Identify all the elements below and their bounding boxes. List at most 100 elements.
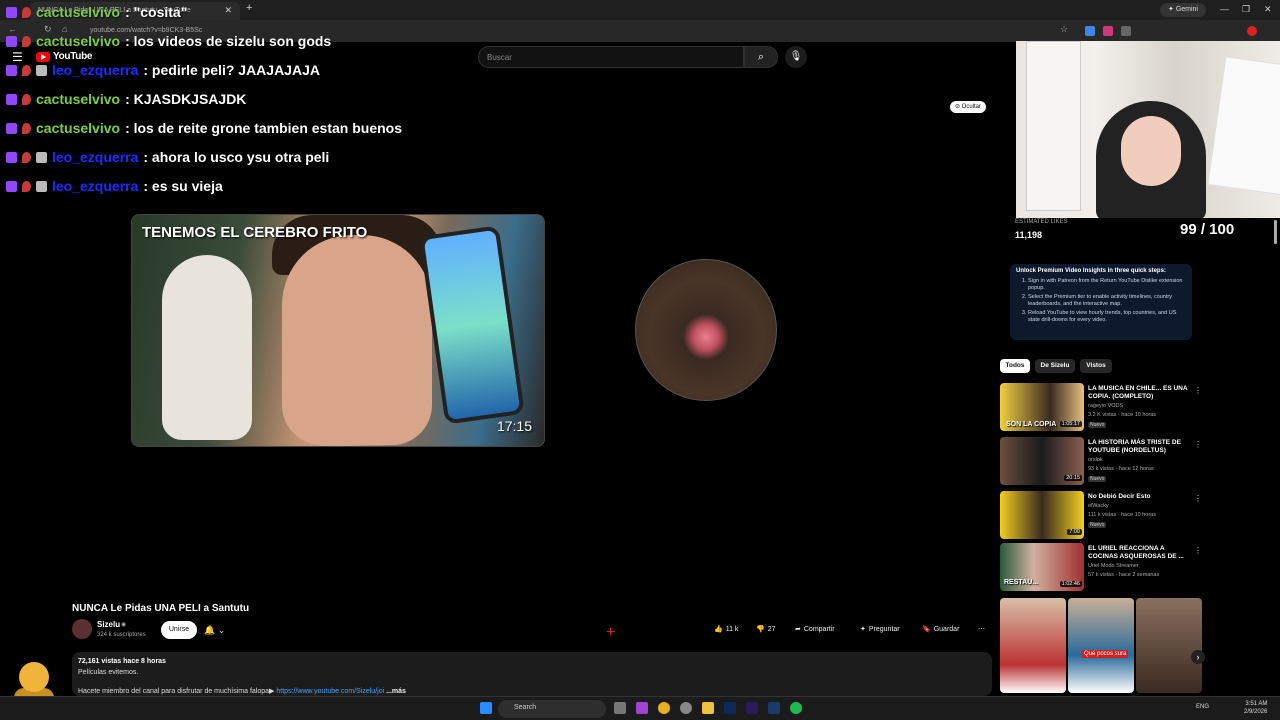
task-view-icon[interactable] <box>614 702 626 714</box>
taskbar-search[interactable]: Search <box>498 700 606 718</box>
chip-vistos[interactable]: Vistos <box>1080 359 1112 373</box>
more-actions-icon[interactable]: ⋯ <box>978 621 985 639</box>
chat-username[interactable]: cactuselvivo <box>36 33 120 49</box>
channel-avatar[interactable] <box>72 619 92 639</box>
new-badge: Nuevo <box>1088 476 1107 482</box>
bookmark-icon: 🔖 <box>922 626 931 633</box>
premiere-icon[interactable] <box>746 702 758 714</box>
video-thumbnail[interactable]: TENEMOS EL CEREBRO FRITO 17:15 <box>131 214 545 447</box>
chevron-down-icon: ⌄ <box>217 625 226 635</box>
file-explorer-icon[interactable] <box>702 702 714 714</box>
hide-button[interactable]: ⊘ Ocultar <box>950 101 986 113</box>
maximize-icon[interactable]: ❐ <box>1242 4 1250 15</box>
premium-title: Unlock Premium Video Insights in three q… <box>1016 268 1166 274</box>
score-value: 99 / 100 <box>1180 221 1235 238</box>
show-more-link[interactable]: ...más <box>384 688 406 695</box>
chip-todos[interactable]: Todos <box>1000 359 1030 373</box>
new-tab-icon[interactable]: + <box>246 2 252 14</box>
description-link[interactable]: https://www.youtube.com/Sizelu/joi <box>276 688 384 695</box>
spotify-icon[interactable] <box>790 702 802 714</box>
search-input[interactable]: Buscar <box>478 46 744 68</box>
chrome-icon[interactable] <box>658 702 670 714</box>
chat-text: : los de reite grone tambien estan bueno… <box>125 120 403 136</box>
chevron-right-icon[interactable]: › <box>1191 650 1205 664</box>
language-indicator[interactable]: ENG <box>1196 704 1209 710</box>
thumbnail-title: TENEMOS EL CEREBRO FRITO <box>142 224 368 241</box>
chat-message: leo_ezquerra: ahora lo usco ysu otra pel… <box>6 145 329 169</box>
chat-message: cactuselvivo: KJASDKJSAJDK <box>6 87 246 111</box>
recommendation-channel[interactable]: orslok <box>1088 457 1103 463</box>
more-options-icon[interactable]: ⋮ <box>1194 494 1202 503</box>
recommendation-item[interactable]: 20:15 LA HISTORIA MÁS TRISTE DE YOUTUBE (… <box>1000 437 1202 487</box>
windows-start-icon[interactable] <box>480 702 492 714</box>
sub-badge-icon <box>6 122 17 134</box>
extension-icon[interactable] <box>1103 26 1113 36</box>
recommendation-title[interactable]: LA MUSICA EN CHILE... ES UNA COPIA. (COM… <box>1088 385 1188 401</box>
more-options-icon[interactable]: ⋮ <box>1194 440 1202 449</box>
extensions-puzzle-icon[interactable] <box>1121 26 1131 36</box>
chat-username[interactable]: cactuselvivo <box>36 4 120 20</box>
chat-username[interactable]: leo_ezquerra <box>52 149 138 165</box>
recommendation-item[interactable]: SON LA COPIA 1:05:17 LA MUSICA EN CHILE...… <box>1000 383 1202 433</box>
thumbnail-phone-image <box>419 225 525 425</box>
rose-badge-icon <box>22 64 31 76</box>
short-thumbnail[interactable]: Qué pocos sura <box>1068 598 1134 693</box>
rose-badge-icon <box>22 122 31 134</box>
recommendation-duration: 20:15 <box>1064 475 1082 481</box>
chip-de-sizelu[interactable]: De Sizelu <box>1035 359 1075 373</box>
more-options-icon[interactable]: ⋮ <box>1194 386 1202 395</box>
chat-username[interactable]: cactuselvivo <box>36 91 120 107</box>
short-thumbnail[interactable] <box>1136 598 1202 693</box>
like-button[interactable]: 👍 11 k <box>714 621 738 639</box>
search-button[interactable]: ⌕ <box>744 46 778 68</box>
short-thumbnail[interactable] <box>1000 598 1066 693</box>
sub-badge-icon <box>6 93 17 105</box>
dislike-button[interactable]: 👎 27 <box>756 621 776 639</box>
description-line: Películas evitemos. <box>78 669 139 676</box>
app-icon[interactable] <box>636 702 648 714</box>
sparkle-icon: ✦ <box>860 626 866 633</box>
thumbs-down-icon: 👎 <box>756 626 765 633</box>
notification-bell-button[interactable]: 🔔 ⌄ <box>204 621 236 639</box>
chat-message: cactuselvivo: "cosita" <box>6 0 187 24</box>
voice-search-button[interactable]: 🎙 <box>785 46 807 68</box>
recommendation-channel[interactable]: rageyio VODS <box>1088 403 1123 409</box>
save-button[interactable]: 🔖 Guardar <box>922 621 959 639</box>
profile-avatar-icon[interactable] <box>1247 26 1257 36</box>
ask-button[interactable]: ✦ Preguntar <box>860 621 900 639</box>
bookmark-star-icon[interactable]: ☆ <box>1060 24 1068 35</box>
share-icon: ➦ <box>795 626 801 633</box>
recommendation-item[interactable]: RESTAU... 1:02:46 EL URIEL REACCIONA A COC… <box>1000 543 1202 593</box>
ask-label: Preguntar <box>868 626 900 633</box>
estimated-likes-value: 11,198 <box>1015 230 1043 240</box>
steam-icon[interactable] <box>768 702 780 714</box>
recommendation-title[interactable]: No Debió Decir Esto <box>1088 493 1188 501</box>
recommendation-title[interactable]: EL URIEL REACCIONA A COCINAS ASQUEROSAS … <box>1088 545 1188 561</box>
description-box[interactable]: 72,161 vistas hace 8 horas Películas evi… <box>72 652 992 696</box>
recommendation-duration: 1:02:46 <box>1059 581 1082 587</box>
recommendation-channel[interactable]: Uriel Modo Streamer <box>1088 563 1139 569</box>
recommendation-item[interactable]: 7:00 No Debió Decir Esto elWacky 111 k vist… <box>1000 491 1202 541</box>
taskbar-clock[interactable]: 3:51 AM 2/9/2026 <box>1244 700 1267 716</box>
gemini-button[interactable]: ✦ Gemini <box>1160 3 1206 17</box>
app-icon[interactable] <box>680 702 692 714</box>
chat-username[interactable]: cactuselvivo <box>36 120 120 136</box>
chat-username[interactable]: leo_ezquerra <box>52 62 138 78</box>
recommendation-title[interactable]: LA HISTORIA MÁS TRISTE DE YOUTUBE (NORDE… <box>1088 439 1188 455</box>
premium-steps: Sign in with Patreon from the Return You… <box>1016 278 1186 324</box>
channel-name[interactable]: Sizelu <box>97 620 120 629</box>
extension-icon[interactable] <box>1085 26 1095 36</box>
minimize-icon[interactable]: — <box>1220 4 1229 14</box>
share-button[interactable]: ➦ Compartir <box>795 621 835 639</box>
webcam-overlay <box>1016 41 1280 218</box>
score-bar <box>1274 220 1277 244</box>
chat-username[interactable]: leo_ezquerra <box>52 178 138 194</box>
recommendation-channel[interactable]: elWacky <box>1088 503 1109 509</box>
window-close-icon[interactable]: ✕ <box>1264 4 1272 15</box>
video-title: NUNCA Le Pidas UNA PELI a Santutu <box>72 603 250 614</box>
join-button[interactable]: Unirse <box>161 621 197 639</box>
close-tab-icon[interactable]: ✕ <box>224 5 232 16</box>
more-options-icon[interactable]: ⋮ <box>1194 546 1202 555</box>
chat-message: cactuselvivo: los videos de sizelu son g… <box>6 29 331 53</box>
photoshop-icon[interactable] <box>724 702 736 714</box>
